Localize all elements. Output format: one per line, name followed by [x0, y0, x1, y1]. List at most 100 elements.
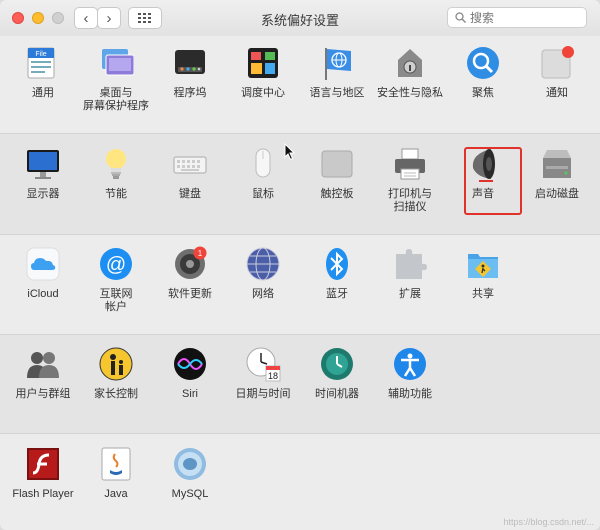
pref-label: 用户与群组	[15, 388, 71, 400]
pref-label: 家长控制	[94, 388, 138, 400]
pref-label: 通用	[32, 87, 54, 99]
mouse-icon	[255, 148, 271, 178]
pref-label: 蓝牙	[326, 288, 348, 300]
date-time-icon: 18	[246, 347, 281, 382]
pref-bluetooth[interactable]: 蓝牙	[299, 246, 375, 336]
bluetooth-icon	[326, 248, 348, 280]
pref-printer-scanner[interactable]: 打印机与 扫描仪	[372, 146, 448, 236]
users-groups-icon	[27, 352, 59, 378]
search-input[interactable]	[470, 9, 580, 26]
pref-label: 时间机器	[315, 388, 359, 400]
pref-label: 通知	[546, 87, 568, 99]
pref-label: Java	[104, 488, 128, 500]
pref-trackpad[interactable]: 触控板	[299, 146, 375, 236]
pref-java[interactable]: Java	[78, 446, 154, 530]
update-badge-count: 1	[198, 249, 203, 258]
notifications-icon	[541, 46, 574, 79]
flash-player-icon	[27, 448, 59, 480]
mission-control-icon	[248, 48, 278, 78]
pref-security-privacy[interactable]: 安全性与隐私	[372, 45, 448, 135]
pref-label: 程序坞	[173, 87, 207, 99]
pref-label: MySQL	[171, 488, 209, 500]
pref-label: 辅助功能	[388, 388, 432, 400]
pref-label: Flash Player	[12, 488, 74, 500]
pref-spotlight[interactable]: 聚焦	[445, 45, 521, 135]
dock-icon	[175, 50, 205, 74]
pref-label: 桌面与 屏幕保护程序	[83, 87, 149, 112]
pref-siri[interactable]: Siri	[152, 346, 228, 436]
pref-keyboard[interactable]: 键盘	[152, 146, 228, 236]
pref-sharing[interactable]: 共享	[445, 246, 521, 336]
pref-icloud[interactable]: iCloud	[5, 246, 81, 336]
calendar-date-number: 18	[268, 371, 278, 381]
search-field[interactable]	[447, 7, 587, 28]
pref-date-time[interactable]: 18 日期与时间	[225, 346, 301, 436]
security-privacy-icon	[398, 49, 422, 77]
software-update-icon: 1	[175, 246, 207, 279]
pref-label: 互联网 帐户	[99, 288, 133, 313]
svg-text:@: @	[106, 254, 126, 276]
displays-icon	[27, 150, 59, 179]
pref-label: 启动磁盘	[535, 188, 579, 200]
search-icon	[455, 12, 466, 23]
pref-mission-control[interactable]: 调度中心	[225, 45, 301, 135]
pref-time-machine[interactable]: 时间机器	[299, 346, 375, 436]
pref-flash-player[interactable]: Flash Player	[5, 446, 81, 530]
icloud-icon	[26, 247, 60, 281]
pref-mysql[interactable]: MySQL	[152, 446, 228, 530]
language-region-icon	[325, 48, 351, 80]
system-preferences-window: ‹ › 系统偏好设置 File 通用 桌面与 屏幕保护程序 程序坞 调度中心 语言与地区安…	[0, 0, 600, 530]
trackpad-icon	[321, 150, 353, 178]
mysql-icon	[174, 448, 206, 480]
spotlight-icon	[467, 47, 499, 79]
extensions-icon	[396, 249, 427, 279]
pref-startup-disk[interactable]: 启动磁盘	[519, 146, 595, 236]
pref-network[interactable]: 网络	[225, 246, 301, 336]
svg-text:File: File	[35, 51, 46, 58]
pref-users-groups[interactable]: 用户与群组	[5, 346, 81, 436]
keyboard-icon	[173, 156, 207, 174]
pref-internet-accounts[interactable]: @ 互联网 帐户	[78, 246, 154, 336]
pref-label: 扩展	[399, 288, 421, 300]
pref-desktop-screensaver[interactable]: 桌面与 屏幕保护程序	[78, 45, 154, 135]
pref-energy-saver[interactable]: 节能	[78, 146, 154, 236]
parental-controls-icon	[99, 347, 133, 381]
accessibility-icon	[394, 348, 426, 380]
pref-extensions[interactable]: 扩展	[372, 246, 448, 336]
watermark: https://blog.csdn.net/...	[503, 517, 594, 527]
pref-label: 语言与地区	[309, 87, 365, 99]
energy-saver-icon	[106, 149, 126, 179]
network-icon	[246, 247, 280, 281]
pref-parental-controls[interactable]: 家长控制	[78, 346, 154, 436]
sound-highlight-box	[464, 147, 522, 215]
pref-label: 安全性与隐私	[377, 87, 443, 99]
pref-dock[interactable]: 程序坞	[152, 45, 228, 135]
pref-label: 调度中心	[241, 87, 285, 99]
general-icon: File	[27, 47, 55, 79]
pref-accessibility[interactable]: 辅助功能	[372, 346, 448, 436]
pref-displays[interactable]: 显示器	[5, 146, 81, 236]
pref-label: 软件更新	[168, 288, 212, 300]
pref-label: 共享	[472, 288, 494, 300]
pref-label: iCloud	[27, 288, 59, 300]
pref-general[interactable]: File 通用	[5, 45, 81, 135]
pref-label: 鼠标	[252, 188, 274, 200]
time-machine-icon	[321, 348, 353, 380]
pref-label: 聚焦	[472, 87, 494, 99]
desktop-screensaver-icon	[102, 49, 134, 76]
pref-notifications[interactable]: 通知	[519, 45, 595, 135]
printer-scanner-icon	[395, 148, 425, 180]
pref-label: 打印机与 扫描仪	[388, 188, 432, 213]
mouse-cursor-icon	[284, 143, 296, 161]
pref-label: 显示器	[26, 188, 60, 200]
pref-label: 触控板	[320, 188, 354, 200]
pref-language-region[interactable]: 语言与地区	[299, 45, 375, 135]
startup-disk-icon	[543, 150, 571, 178]
siri-icon	[174, 348, 206, 380]
toolbar: ‹ › 系统偏好设置	[0, 0, 600, 37]
pref-label: 键盘	[179, 188, 201, 200]
internet-accounts-icon: @	[100, 248, 132, 280]
sharing-icon	[468, 254, 498, 278]
pref-software-update[interactable]: 1 软件更新	[152, 246, 228, 336]
pref-label: 日期与时间	[235, 388, 291, 400]
